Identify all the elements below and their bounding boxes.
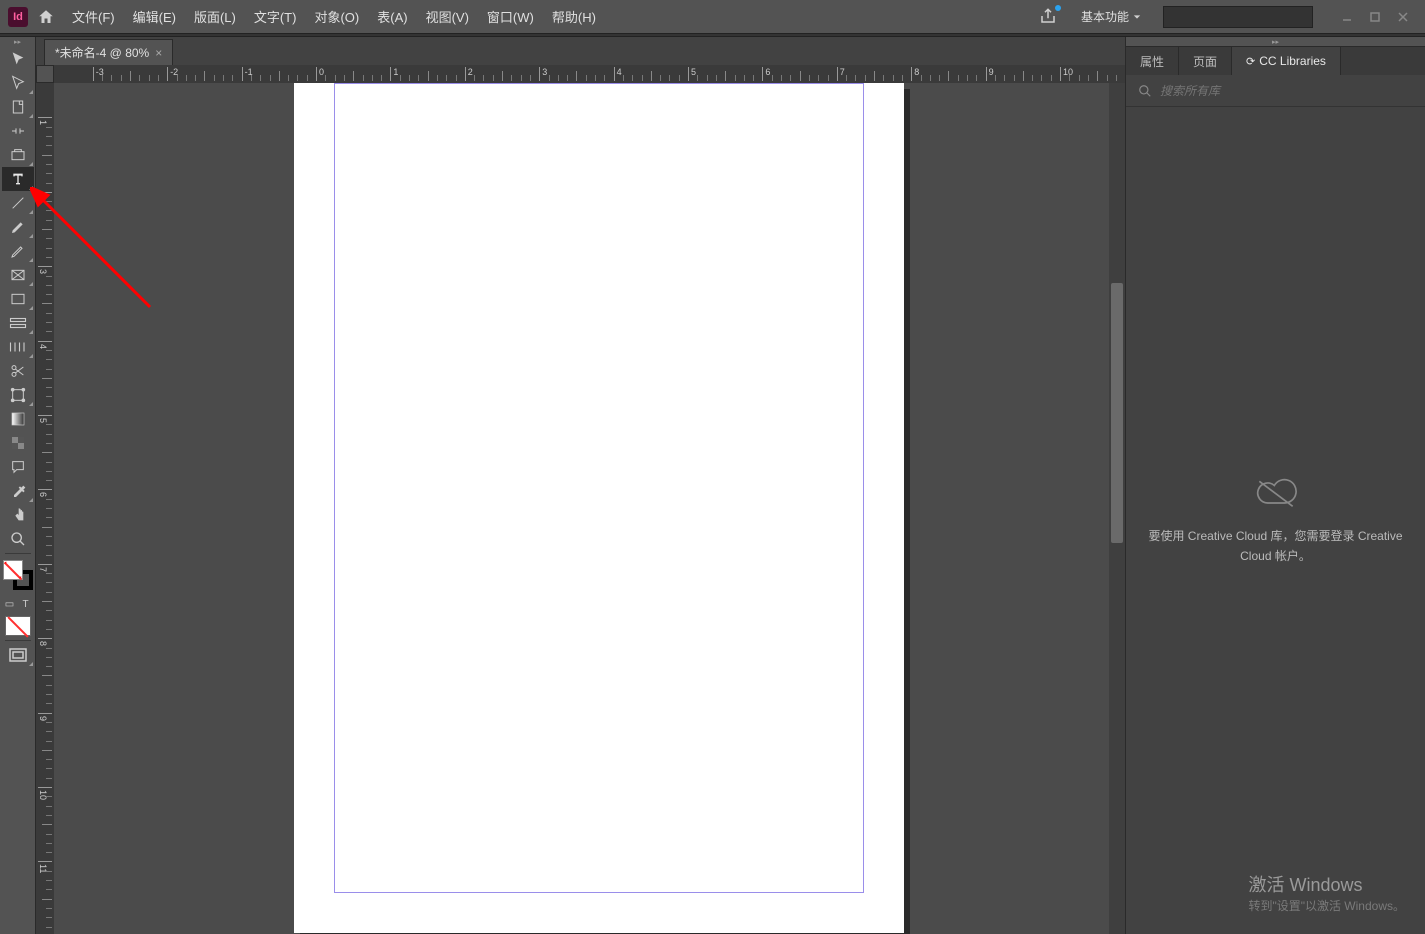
menubar: Id 文件(F) 编辑(E) 版面(L) 文字(T) 对象(O) 表(A) 视图…: [0, 0, 1425, 33]
main-layout: ▸▸ ▭ T *未命名-4 @ 80% × -3-2-1012345678910…: [0, 37, 1425, 934]
close-tab-icon[interactable]: ×: [155, 46, 162, 60]
toolbox-expand-icon[interactable]: ▸▸: [0, 37, 36, 47]
ruler-horizontal[interactable]: -3-2-101234567891011: [54, 65, 1125, 83]
panel-tab-properties[interactable]: 属性: [1126, 47, 1179, 75]
gradient-swatch-tool[interactable]: [2, 407, 34, 431]
free-transform-tool-2[interactable]: [2, 383, 34, 407]
menu-edit[interactable]: 编辑(E): [125, 3, 184, 30]
minimize-button[interactable]: [1333, 6, 1361, 28]
panel-tab-pages[interactable]: 页面: [1179, 47, 1232, 75]
panel-body: 要使用 Creative Cloud 库，您需要登录 Creative Clou…: [1126, 107, 1425, 934]
workspace-label: 基本功能: [1081, 8, 1129, 25]
shear-tool[interactable]: [2, 311, 34, 335]
document-tab[interactable]: *未命名-4 @ 80% ×: [44, 39, 173, 65]
menu-items: 文件(F) 编辑(E) 版面(L) 文字(T) 对象(O) 表(A) 视图(V)…: [64, 3, 604, 30]
page-tool[interactable]: [2, 95, 34, 119]
type-tool[interactable]: [2, 167, 34, 191]
note-tool[interactable]: [2, 455, 34, 479]
gap-tool[interactable]: [2, 119, 34, 143]
menu-file[interactable]: 文件(F): [64, 3, 123, 30]
selection-tool[interactable]: [2, 47, 34, 71]
pen-tool[interactable]: [2, 215, 34, 239]
document-tab-bar: *未命名-4 @ 80% ×: [36, 37, 1125, 65]
hand-tool[interactable]: [2, 503, 34, 527]
content-collector-tool[interactable]: [2, 143, 34, 167]
menubar-right: 基本功能: [1039, 4, 1417, 29]
tool-divider: [5, 553, 31, 554]
creative-cloud-icon: [1251, 475, 1301, 511]
document-area: *未命名-4 @ 80% × -3-2-101234567891011 1234…: [36, 37, 1125, 934]
pencil-tool[interactable]: [2, 239, 34, 263]
gradient-feather-tool[interactable]: [2, 431, 34, 455]
fill-swatch[interactable]: [3, 560, 23, 580]
window-controls: [1333, 6, 1417, 28]
chevron-down-icon: [1133, 13, 1141, 21]
maximize-button[interactable]: [1361, 6, 1389, 28]
home-icon[interactable]: [34, 5, 58, 29]
panel-collapse-icon[interactable]: ▸▸: [1126, 37, 1425, 47]
panel-tabs: 属性 页面 ⟳ CC Libraries: [1126, 47, 1425, 75]
panel-tab-cc-libraries[interactable]: ⟳ CC Libraries: [1232, 47, 1341, 75]
document-tab-label: *未命名-4 @ 80%: [55, 44, 149, 61]
search-box[interactable]: [1163, 6, 1313, 28]
ruler-vertical[interactable]: 123456789101112: [36, 83, 54, 934]
formatting-text-icon[interactable]: T: [18, 594, 34, 614]
workspace-selector[interactable]: 基本功能: [1071, 4, 1151, 29]
ruler-origin[interactable]: [36, 65, 54, 83]
page[interactable]: [294, 83, 904, 933]
free-transform-tool[interactable]: [2, 335, 34, 359]
panel-search: [1126, 75, 1425, 107]
scrollbar-thumb[interactable]: [1111, 283, 1123, 543]
line-tool[interactable]: [2, 191, 34, 215]
direct-selection-tool[interactable]: [2, 71, 34, 95]
menu-window[interactable]: 窗口(W): [479, 3, 542, 30]
apply-color-swatch[interactable]: [5, 616, 31, 636]
margin-guides: [334, 83, 864, 893]
canvas[interactable]: [54, 83, 1125, 934]
library-search-input[interactable]: [1160, 84, 1413, 98]
rectangle-tool[interactable]: [2, 287, 34, 311]
close-button[interactable]: [1389, 6, 1417, 28]
toolbox: ▸▸ ▭ T: [0, 37, 36, 934]
cc-login-message: 要使用 Creative Cloud 库，您需要登录 Creative Clou…: [1146, 527, 1405, 565]
menu-layout[interactable]: 版面(L): [186, 3, 244, 30]
fill-stroke-swatch[interactable]: [3, 560, 33, 590]
zoom-tool[interactable]: [2, 527, 34, 551]
scissors-tool[interactable]: [2, 359, 34, 383]
container-content-toggle: ▭ T: [2, 594, 34, 614]
menu-object[interactable]: 对象(O): [306, 3, 367, 30]
share-icon[interactable]: [1039, 7, 1059, 27]
view-mode-normal[interactable]: [2, 643, 34, 667]
eyedropper-tool[interactable]: [2, 479, 34, 503]
menu-type[interactable]: 文字(T): [246, 3, 305, 30]
formatting-container-icon[interactable]: ▭: [2, 594, 18, 614]
menu-view[interactable]: 视图(V): [418, 3, 477, 30]
rectangle-frame-tool[interactable]: [2, 263, 34, 287]
tool-divider: [5, 640, 31, 641]
menu-help[interactable]: 帮助(H): [544, 3, 604, 30]
panel-tab-label: CC Libraries: [1259, 54, 1326, 68]
right-panel: ▸▸ 属性 页面 ⟳ CC Libraries 要使用 Creative Clo…: [1125, 37, 1425, 934]
menu-table[interactable]: 表(A): [369, 3, 415, 30]
app-logo-icon: Id: [8, 7, 28, 27]
sync-icon: ⟳: [1246, 55, 1255, 68]
search-icon: [1138, 84, 1152, 98]
scrollbar-vertical[interactable]: [1109, 83, 1125, 934]
